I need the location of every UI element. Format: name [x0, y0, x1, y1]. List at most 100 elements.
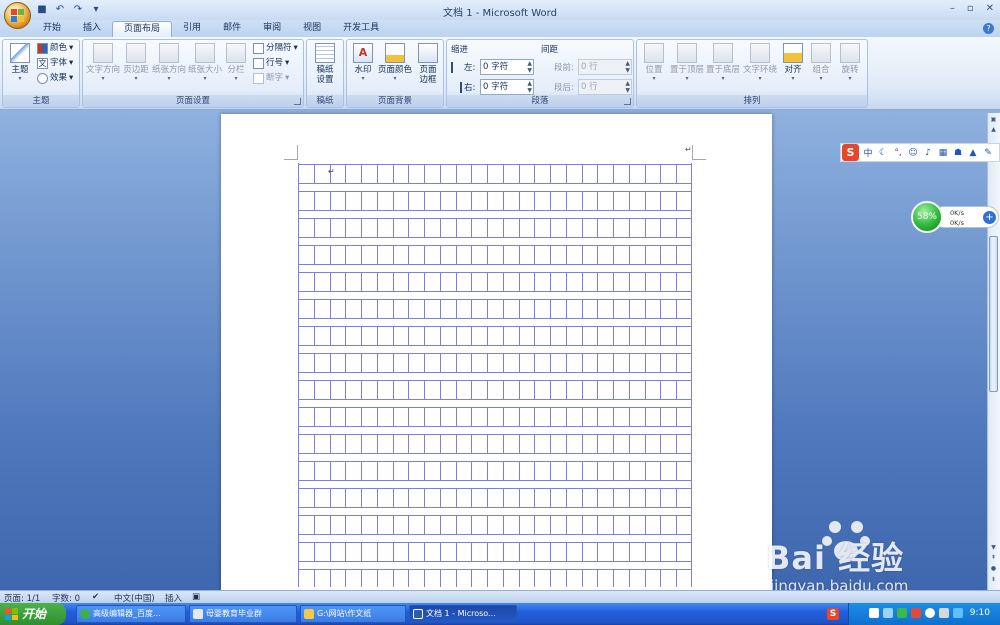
margins-button[interactable]: 页边距 ▾: [121, 43, 151, 82]
network-speed-widget[interactable]: 58% 0K/s 0K/s +: [911, 201, 999, 233]
next-page-icon[interactable]: ⇟: [988, 575, 999, 584]
user-icon[interactable]: ☗: [952, 148, 964, 158]
office-button[interactable]: [4, 2, 31, 29]
tray-monitor-icon[interactable]: [883, 608, 893, 618]
spacing-after-text: 段后:: [554, 83, 574, 93]
themes-button[interactable]: 主题 ▾: [4, 43, 36, 82]
tab-developer[interactable]: 开发工具: [332, 21, 390, 37]
tab-insert[interactable]: 插入: [72, 21, 112, 37]
theme-effects-button[interactable]: 效果 ▾: [37, 72, 73, 85]
taskbar-item-word[interactable]: 文档 1 - Microso...: [409, 605, 517, 623]
plus-icon[interactable]: +: [983, 211, 996, 224]
customize-qat-icon[interactable]: ▾: [90, 3, 102, 15]
keyboard-icon[interactable]: ▦: [937, 148, 949, 158]
sogou-logo-icon[interactable]: S: [842, 144, 859, 161]
tab-view[interactable]: 视图: [292, 21, 332, 37]
spin-arrows-icon[interactable]: ▲ ▼: [527, 60, 532, 74]
columns-icon: [226, 43, 246, 63]
rotate-icon: [840, 43, 860, 63]
align-button[interactable]: 对齐 ▾: [779, 43, 807, 82]
manuscript-grid[interactable]: [298, 163, 692, 587]
columns-button[interactable]: 分栏 ▾: [223, 43, 249, 82]
bring-to-front-button[interactable]: 置于顶层 ▾: [669, 43, 705, 82]
spin-arrows-icon[interactable]: ▲ ▼: [527, 80, 532, 94]
proofing-icon[interactable]: ✔: [92, 592, 99, 602]
page-color-button[interactable]: 页面颜色 ▾: [377, 43, 413, 82]
size-button[interactable]: 纸张大小 ▾: [187, 43, 223, 82]
tray-network-icon[interactable]: [869, 608, 879, 618]
taskbar-item-folder[interactable]: G:\网站\作文纸: [300, 605, 406, 623]
hyphenation-button[interactable]: 断字 ▾: [253, 72, 289, 85]
tab-review[interactable]: 审阅: [252, 21, 292, 37]
group-objects-icon: [811, 43, 831, 63]
memory-usage-ball[interactable]: 58%: [911, 201, 943, 233]
tray-help-icon[interactable]: [925, 608, 935, 618]
start-button[interactable]: 开始: [0, 603, 66, 625]
group-arrange-label: 排列: [637, 95, 867, 107]
paragraph-launcher-icon[interactable]: [624, 98, 631, 105]
help-icon[interactable]: ?: [983, 23, 994, 34]
text-wrap-button[interactable]: 文字环绕 ▾: [741, 43, 779, 82]
tab-references[interactable]: 引用: [172, 21, 212, 37]
group-objects-label: 组合: [812, 65, 830, 75]
shirt-icon[interactable]: ▲: [967, 148, 979, 158]
text-direction-button[interactable]: 文字方向 ▾: [85, 43, 121, 82]
ruler-toggle-icon[interactable]: ▣: [988, 115, 999, 124]
effects-icon: [37, 73, 48, 84]
spacing-after-input[interactable]: 0 行 ▲ ▼: [578, 79, 632, 95]
tray-antivirus-icon[interactable]: [911, 608, 921, 618]
save-icon[interactable]: ■: [36, 3, 48, 15]
chinese-mode-icon[interactable]: 中: [862, 146, 874, 159]
tab-page-layout[interactable]: 页面布局: [112, 21, 173, 37]
grid-row: [298, 353, 692, 373]
tray-volume-icon[interactable]: [939, 608, 949, 618]
page-borders-icon: [418, 43, 438, 63]
scroll-down-icon[interactable]: ▼: [988, 543, 999, 552]
scroll-thumb[interactable]: [989, 236, 998, 392]
undo-icon[interactable]: ↶: [54, 3, 66, 15]
redo-icon[interactable]: ↷: [72, 3, 84, 15]
indent-right-input[interactable]: 0 字符 ▲ ▼: [480, 79, 534, 95]
indent-left-input[interactable]: 0 字符 ▲ ▼: [480, 59, 534, 75]
smiley-icon[interactable]: ☺: [907, 148, 919, 158]
line-numbers-button[interactable]: 行号 ▾: [253, 57, 289, 70]
tab-mailings[interactable]: 邮件: [212, 21, 252, 37]
spin-arrows-icon[interactable]: ▲ ▼: [625, 60, 630, 74]
watermark-button[interactable]: A 水印 ▾: [348, 43, 378, 82]
minimize-button[interactable]: –: [950, 3, 955, 14]
taskbar-item-browser[interactable]: 高级编辑器_百度...: [76, 605, 186, 623]
position-button[interactable]: 位置 ▾: [639, 43, 669, 82]
themes-label: 主题: [11, 65, 29, 75]
group-button[interactable]: 组合 ▾: [807, 43, 835, 82]
page-borders-button[interactable]: 页面 边框: [413, 43, 443, 85]
rotate-button[interactable]: 旋转 ▾: [835, 43, 865, 82]
tab-home[interactable]: 开始: [32, 21, 72, 37]
tray-qq-icon[interactable]: [953, 608, 963, 618]
margins-icon: [126, 43, 146, 63]
breaks-button[interactable]: 分隔符 ▾: [253, 42, 298, 55]
browse-object-icon[interactable]: ●: [988, 564, 999, 573]
wrench-icon[interactable]: ✎: [982, 148, 994, 158]
spacing-before-input[interactable]: 0 行 ▲ ▼: [578, 59, 632, 75]
moon-icon[interactable]: ☾: [877, 148, 889, 158]
page-setup-launcher-icon[interactable]: [294, 98, 301, 105]
spacing-before-value: 0 行: [581, 62, 598, 72]
taskbar-clock[interactable]: 9:10: [970, 608, 990, 618]
theme-colors-button[interactable]: 颜色 ▾: [37, 42, 73, 55]
orientation-button[interactable]: 纸张方向 ▾: [151, 43, 187, 82]
send-to-back-button[interactable]: 置于底层 ▾: [705, 43, 741, 82]
spin-arrows-icon[interactable]: ▲ ▼: [625, 80, 630, 94]
taskbar-item-chat[interactable]: 母婴教育毕业群: [189, 605, 297, 623]
macro-record-icon[interactable]: ▣: [192, 592, 200, 602]
text-direction-icon: [93, 43, 113, 63]
close-button[interactable]: ✕: [986, 3, 994, 14]
scroll-up-icon[interactable]: ▲: [988, 125, 999, 134]
sogou-tray-icon[interactable]: S: [827, 608, 839, 620]
punctuation-icon[interactable]: °,: [892, 148, 904, 158]
microphone-icon[interactable]: ♪: [922, 148, 934, 158]
theme-fonts-button[interactable]: 文 字体 ▾: [37, 57, 73, 70]
maximize-button[interactable]: ▫: [967, 3, 974, 14]
manuscript-setup-button[interactable]: 稿纸 设置: [308, 43, 342, 85]
tray-shield-icon[interactable]: [897, 608, 907, 618]
previous-page-icon[interactable]: ⇞: [988, 553, 999, 562]
